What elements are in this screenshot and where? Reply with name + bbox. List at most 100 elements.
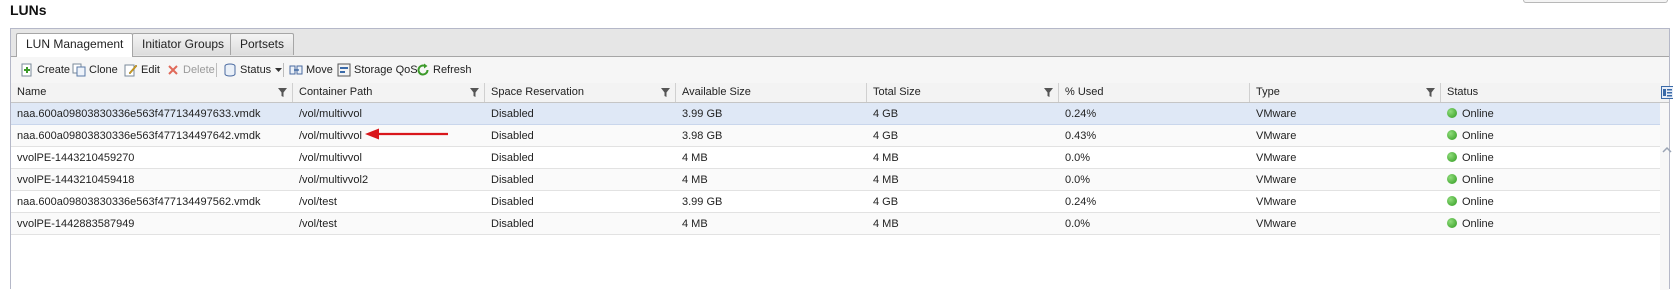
cell-status: Online (1441, 213, 1549, 235)
filter-icon[interactable] (1426, 88, 1435, 97)
cell-space-reservation: Disabled (485, 213, 676, 235)
online-status-icon (1447, 130, 1457, 140)
cell-space-reservation: Disabled (485, 103, 676, 125)
status-label: Status (240, 64, 271, 76)
grid-body: naa.600a09803830336e563f477134497633.vmd… (11, 103, 1660, 290)
column-header-status[interactable]: Status (1441, 83, 1549, 102)
cell-name: naa.600a09803830336e563f477134497642.vmd… (11, 125, 293, 147)
cell-type: VMware (1250, 103, 1441, 125)
cell-container-path: /vol/test (293, 213, 485, 235)
top-right-control[interactable] (1523, 0, 1668, 3)
storage-qos-button[interactable]: Storage QoS (337, 62, 418, 78)
status-text: Online (1462, 196, 1494, 208)
filter-icon[interactable] (661, 88, 670, 97)
cell-type: VMware (1250, 147, 1441, 169)
column-header-percent-used[interactable]: % Used (1059, 83, 1250, 102)
storage-qos-label: Storage QoS (354, 64, 418, 76)
cell-space-reservation: Disabled (485, 147, 676, 169)
toolbar-separator (283, 63, 284, 77)
cell-percent-used: 0.0% (1059, 169, 1250, 191)
filter-icon[interactable] (470, 88, 479, 97)
column-header-name[interactable]: Name (11, 83, 293, 102)
cell-total-size: 4 GB (867, 103, 1059, 125)
chevron-down-icon (274, 63, 282, 77)
cell-status: Online (1441, 103, 1549, 125)
refresh-label: Refresh (433, 64, 472, 76)
cell-status: Online (1441, 147, 1549, 169)
table-row[interactable]: vvolPE-1443210459270 /vol/multivvol Disa… (11, 147, 1660, 169)
cell-available-size: 3.98 GB (676, 125, 867, 147)
move-button[interactable]: Move (289, 62, 333, 78)
cell-available-size: 4 MB (676, 169, 867, 191)
column-header-label: Total Size (873, 86, 921, 98)
cell-name: naa.600a09803830336e563f477134497633.vmd… (11, 103, 293, 125)
cell-container-path: /vol/test (293, 191, 485, 213)
toolbar-separator (216, 63, 217, 77)
tab-initiator-groups[interactable]: Initiator Groups (132, 33, 234, 55)
cell-percent-used: 0.24% (1059, 103, 1250, 125)
table-row[interactable]: naa.600a09803830336e563f477134497642.vmd… (11, 125, 1660, 147)
storage-qos-icon (337, 63, 351, 77)
column-chooser-icon[interactable] (1661, 86, 1673, 99)
column-header-label: Type (1256, 86, 1280, 98)
online-status-icon (1447, 218, 1457, 228)
create-label: Create (37, 64, 70, 76)
online-status-icon (1447, 196, 1457, 206)
cell-available-size: 4 MB (676, 147, 867, 169)
edit-label: Edit (141, 64, 160, 76)
grid-header: Name Container Path Space Reservation Av… (11, 83, 1669, 103)
cell-type: VMware (1250, 169, 1441, 191)
delete-label: Delete (183, 64, 215, 76)
cell-name: vvolPE-1443210459418 (11, 169, 293, 191)
cell-available-size: 4 MB (676, 213, 867, 235)
red-arrow-annotation (365, 127, 450, 141)
chevron-up-icon[interactable] (1662, 146, 1672, 154)
cell-available-size: 3.99 GB (676, 191, 867, 213)
column-header-space-reservation[interactable]: Space Reservation (485, 83, 676, 102)
cell-percent-used: 0.0% (1059, 213, 1250, 235)
clone-icon (72, 63, 86, 77)
clone-button[interactable]: Clone (72, 62, 118, 78)
tab-lun-management[interactable]: LUN Management (16, 33, 133, 57)
edit-icon (124, 63, 138, 77)
vertical-scrollbar[interactable] (1660, 103, 1669, 290)
column-header-total-size[interactable]: Total Size (867, 83, 1059, 102)
lun-panel: LUN Management Initiator Groups Portsets… (10, 28, 1670, 289)
tab-portsets[interactable]: Portsets (230, 33, 294, 55)
online-status-icon (1447, 108, 1457, 118)
column-header-container-path[interactable]: Container Path (293, 83, 485, 102)
online-status-icon (1447, 152, 1457, 162)
cell-total-size: 4 MB (867, 169, 1059, 191)
page-title: LUNs (10, 2, 47, 18)
cell-space-reservation: Disabled (485, 125, 676, 147)
filter-icon[interactable] (278, 88, 287, 97)
cell-available-size: 3.99 GB (676, 103, 867, 125)
cell-total-size: 4 MB (867, 213, 1059, 235)
create-button[interactable]: Create (20, 62, 70, 78)
filter-icon[interactable] (1044, 88, 1053, 97)
status-text: Online (1462, 174, 1494, 186)
cell-container-path: /vol/multivvol (293, 103, 485, 125)
edit-button[interactable]: Edit (124, 62, 160, 78)
cell-name: vvolPE-1443210459270 (11, 147, 293, 169)
refresh-button[interactable]: Refresh (416, 62, 472, 78)
status-text: Online (1462, 152, 1494, 164)
table-row[interactable]: naa.600a09803830336e563f477134497633.vmd… (11, 103, 1660, 125)
status-dropdown-button[interactable]: Status (223, 62, 282, 78)
column-header-label: Name (17, 86, 46, 98)
clone-label: Clone (89, 64, 118, 76)
status-text: Online (1462, 108, 1494, 120)
status-text: Online (1462, 218, 1494, 230)
status-text: Online (1462, 130, 1494, 142)
delete-button[interactable]: Delete (166, 62, 215, 78)
table-row[interactable]: naa.600a09803830336e563f477134497562.vmd… (11, 191, 1660, 213)
tab-strip: LUN Management Initiator Groups Portsets (11, 29, 1669, 57)
cell-status: Online (1441, 191, 1549, 213)
table-row[interactable]: vvolPE-1442883587949 /vol/test Disabled … (11, 213, 1660, 235)
column-header-available-size[interactable]: Available Size (676, 83, 867, 102)
cell-name: vvolPE-1442883587949 (11, 213, 293, 235)
column-header-type[interactable]: Type (1250, 83, 1441, 102)
column-header-label: Space Reservation (491, 86, 584, 98)
toolbar: Create Clone Edit Delete Status (11, 57, 1669, 84)
table-row[interactable]: vvolPE-1443210459418 /vol/multivvol2 Dis… (11, 169, 1660, 191)
